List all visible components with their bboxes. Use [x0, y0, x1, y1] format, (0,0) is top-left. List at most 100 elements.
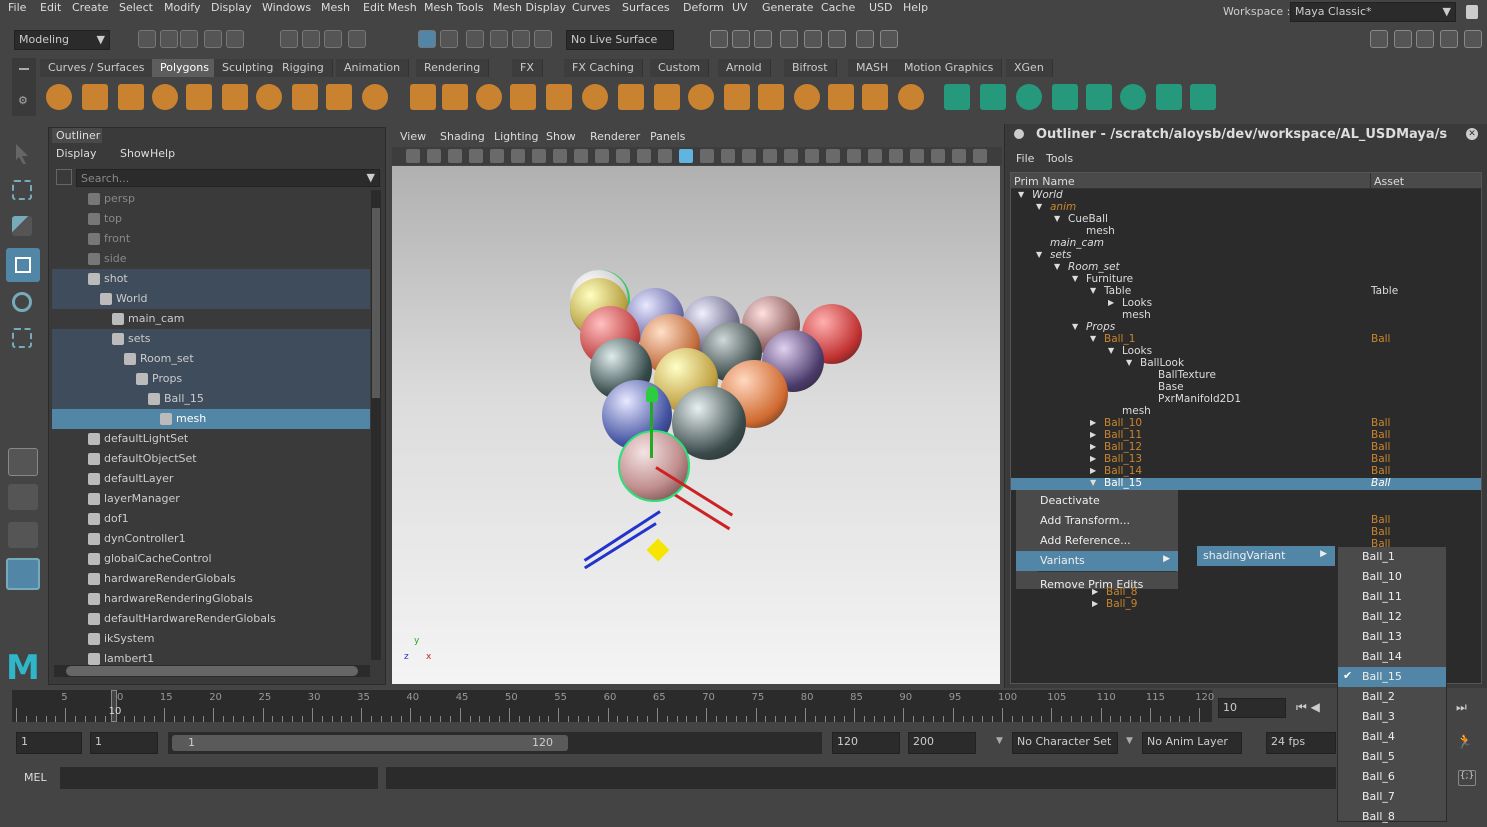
shelf-tool-icon[interactable] [618, 84, 644, 110]
outliner-row[interactable]: World [52, 289, 370, 309]
select-tool-icon[interactable] [16, 144, 28, 164]
persp-outliner-icon[interactable] [8, 522, 38, 548]
anim-start-field[interactable]: 1 [90, 732, 158, 754]
expand-arrow-icon[interactable]: ▼ [1036, 202, 1042, 211]
menu-generate[interactable]: Generate [762, 1, 813, 14]
viewport-menu-show[interactable]: Show [546, 130, 576, 143]
render-tool-icon[interactable] [754, 30, 772, 48]
shelf-tab-xgen[interactable]: XGen [1006, 59, 1053, 77]
viewport-tool-icon[interactable] [469, 149, 483, 163]
outliner-row[interactable]: mesh [52, 409, 370, 429]
shelf-tool-icon[interactable] [256, 84, 282, 110]
status-tool-icon[interactable] [280, 30, 298, 48]
viewport-tool-icon[interactable] [490, 149, 504, 163]
command-input[interactable] [60, 767, 378, 789]
outliner-row[interactable]: globalCacheControl [52, 549, 370, 569]
shelf-tool-icon[interactable] [1156, 84, 1182, 110]
variant-item[interactable]: Ball_7 [1338, 787, 1446, 807]
viewport-menu-lighting[interactable]: Lighting [494, 130, 538, 143]
usd-prim-row[interactable]: Base [1011, 381, 1481, 394]
character-set-field[interactable]: No Character Set [1012, 732, 1118, 754]
status-tool-icon[interactable] [138, 30, 156, 48]
menu-file[interactable]: File [8, 1, 26, 14]
usd-menu-tools[interactable]: Tools [1046, 152, 1073, 165]
outliner-menu-show[interactable]: Show [120, 147, 150, 160]
usd-prim-row[interactable]: ▼ Room_set [1011, 261, 1481, 274]
variant-item[interactable]: Ball_6 [1338, 767, 1446, 787]
usd-prim-row[interactable]: ▼ BallLook [1011, 357, 1481, 370]
time-slider[interactable]: 5 10 15 20 25 30 35 40 45 50 55 60 65 70 75 80 85 90 95 100… [12, 690, 1214, 722]
outliner-row[interactable]: lambert1 [52, 649, 370, 669]
menu-usd[interactable]: USD [869, 1, 893, 14]
menu-modify[interactable]: Modify [164, 1, 200, 14]
viewport-tool-icon[interactable] [973, 149, 987, 163]
usd-prim-row[interactable]: ▼ Looks [1011, 345, 1481, 358]
start-time-field[interactable]: 1 [16, 732, 82, 754]
outliner-row[interactable]: Ball_15 [52, 389, 370, 409]
expand-arrow-icon[interactable]: ▼ [1054, 262, 1060, 271]
shelf-tool-icon[interactable] [794, 84, 820, 110]
shelf-tab-rigging[interactable]: Rigging [274, 59, 333, 77]
outliner-layout-icon[interactable] [6, 558, 40, 590]
column-divider[interactable] [1370, 173, 1371, 189]
shelf-tool-icon[interactable] [442, 84, 468, 110]
menu-mesh-display[interactable]: Mesh Display [493, 1, 566, 14]
shelf-tool-icon[interactable] [758, 84, 784, 110]
menu-mesh[interactable]: Mesh [321, 1, 350, 14]
outliner-menu-help[interactable]: Help [150, 147, 175, 160]
status-tool-icon[interactable] [440, 30, 458, 48]
menu-curves[interactable]: Curves [572, 1, 610, 14]
variant-item[interactable]: Ball_1 [1338, 547, 1446, 567]
panel-toggle-icon[interactable] [1464, 30, 1482, 48]
outliner-row[interactable]: front [52, 229, 370, 249]
variant-set-shadingVariant[interactable]: shadingVariant ▶ [1197, 546, 1335, 566]
close-icon[interactable]: ✕ [1466, 128, 1478, 140]
shelf-tool-icon[interactable] [1016, 84, 1042, 110]
outliner-row[interactable]: defaultObjectSet [52, 449, 370, 469]
usd-prim-row[interactable]: ▶ Ball_12 Ball [1011, 441, 1481, 454]
outliner-row[interactable]: defaultLayer [52, 469, 370, 489]
expand-arrow-icon[interactable]: ▼ [1072, 322, 1078, 331]
expand-arrow-icon[interactable]: ▼ [1108, 346, 1114, 355]
variant-item[interactable]: Ball_11 [1338, 587, 1446, 607]
collapse-arrow-icon[interactable]: ▶ [1090, 430, 1096, 439]
outliner-search-input[interactable]: Search... ▼ [76, 169, 380, 187]
status-tool-icon[interactable] [348, 30, 366, 48]
variant-item[interactable]: Ball_5 [1338, 747, 1446, 767]
usd-prim-row[interactable]: ▼ Ball_15 Ball [1011, 477, 1481, 490]
paint-select-icon[interactable] [12, 216, 32, 236]
playback-controls[interactable]: ⏮ ◀ [1296, 700, 1320, 715]
outliner-row[interactable]: persp [52, 189, 370, 209]
outliner-row[interactable]: hardwareRenderingGlobals [52, 589, 370, 609]
viewport-tool-icon[interactable] [889, 149, 903, 163]
collapse-arrow-icon[interactable]: ▶ [1090, 466, 1096, 475]
chevron-down-icon[interactable]: ▼ [996, 736, 1003, 746]
shelf-tab-sculpting[interactable]: Sculpting [214, 59, 283, 77]
viewport-tool-icon[interactable] [931, 149, 945, 163]
expand-arrow-icon[interactable]: ▼ [1090, 286, 1096, 295]
shelf-tool-icon[interactable] [1120, 84, 1146, 110]
single-perspective-icon[interactable] [8, 448, 38, 476]
expand-arrow-icon[interactable]: ▼ [1018, 190, 1024, 199]
menu-edit-mesh[interactable]: Edit Mesh [363, 1, 417, 14]
shelf-tab-custom[interactable]: Custom [650, 59, 710, 77]
viewport-tool-icon[interactable] [784, 149, 798, 163]
mel-label[interactable]: MEL [24, 771, 47, 784]
menu-cache[interactable]: Cache [821, 1, 855, 14]
anim-layer-field[interactable]: No Anim Layer [1142, 732, 1242, 754]
ctx-add-transform[interactable]: Add Transform... [1016, 511, 1178, 531]
menu-uv[interactable]: UV [732, 1, 748, 14]
viewport-menu-panels[interactable]: Panels [650, 130, 685, 143]
expand-arrow-icon[interactable]: ▼ [1090, 334, 1096, 343]
collapse-arrow-icon[interactable]: ▶ [1092, 587, 1098, 596]
chevron-down-icon[interactable]: ▼ [1126, 736, 1133, 746]
shelf-tool-icon[interactable] [410, 84, 436, 110]
variant-item[interactable]: Ball_8 [1338, 807, 1446, 827]
collapse-arrow-icon[interactable]: ▶ [1090, 454, 1096, 463]
shelf-tool-icon[interactable] [546, 84, 572, 110]
outliner-row[interactable]: defaultLightSet [52, 429, 370, 449]
viewport-tool-icon[interactable] [532, 149, 546, 163]
shelf-tab-animation[interactable]: Animation [336, 59, 410, 77]
outliner-menu-display[interactable]: Display [56, 147, 97, 160]
status-tool-icon[interactable] [418, 30, 436, 48]
